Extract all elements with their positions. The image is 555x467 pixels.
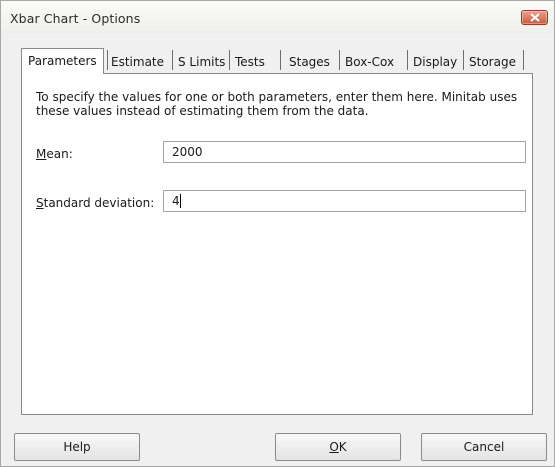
- text-caret: [180, 194, 181, 208]
- close-button[interactable]: [521, 10, 548, 25]
- std-dev-input[interactable]: 4: [163, 190, 526, 212]
- tab-estimate[interactable]: Estimate: [111, 52, 164, 72]
- tab-separator: [523, 50, 524, 70]
- tab-strip: Parameters Estimate S Limits Tests Stage…: [21, 48, 533, 74]
- title-bar[interactable]: Xbar Chart - Options: [1, 1, 554, 35]
- std-dev-label-mnemonic: S: [36, 196, 44, 210]
- tab-separator: [407, 50, 408, 70]
- mean-label: Mean:: [36, 147, 73, 161]
- std-dev-label: Standard deviation:: [36, 196, 154, 210]
- help-button[interactable]: Help: [14, 433, 140, 461]
- tab-stages[interactable]: Stages: [289, 52, 330, 72]
- ok-button[interactable]: OK: [275, 433, 401, 461]
- mean-label-mnemonic: M: [36, 147, 47, 161]
- tab-tests[interactable]: Tests: [235, 52, 265, 72]
- instructions-text: To specify the values for one or both pa…: [36, 90, 518, 118]
- window-title: Xbar Chart - Options: [10, 11, 141, 26]
- close-icon: [530, 13, 540, 22]
- mean-input[interactable]: 2000: [163, 141, 526, 163]
- tab-separator: [107, 50, 108, 70]
- cancel-button[interactable]: Cancel: [421, 433, 547, 461]
- tab-parameters[interactable]: Parameters: [21, 48, 104, 74]
- tab-separator: [172, 50, 173, 70]
- dialog-window: Xbar Chart - Options Parameters Estimate…: [0, 0, 555, 467]
- tab-storage[interactable]: Storage: [469, 52, 516, 72]
- tab-separator: [339, 50, 340, 70]
- parameters-panel: To specify the values for one or both pa…: [21, 73, 533, 415]
- tab-separator: [280, 50, 281, 70]
- ok-mnemonic: O: [329, 440, 339, 454]
- tab-s-limits[interactable]: S Limits: [178, 52, 225, 72]
- tab-box-cox[interactable]: Box-Cox: [345, 52, 394, 72]
- tab-separator: [463, 50, 464, 70]
- ok-label: K: [338, 440, 347, 454]
- std-dev-label-text: tandard deviation:: [43, 196, 155, 210]
- tab-display[interactable]: Display: [413, 52, 457, 72]
- tab-separator: [229, 50, 230, 70]
- mean-label-text: ean:: [46, 147, 73, 161]
